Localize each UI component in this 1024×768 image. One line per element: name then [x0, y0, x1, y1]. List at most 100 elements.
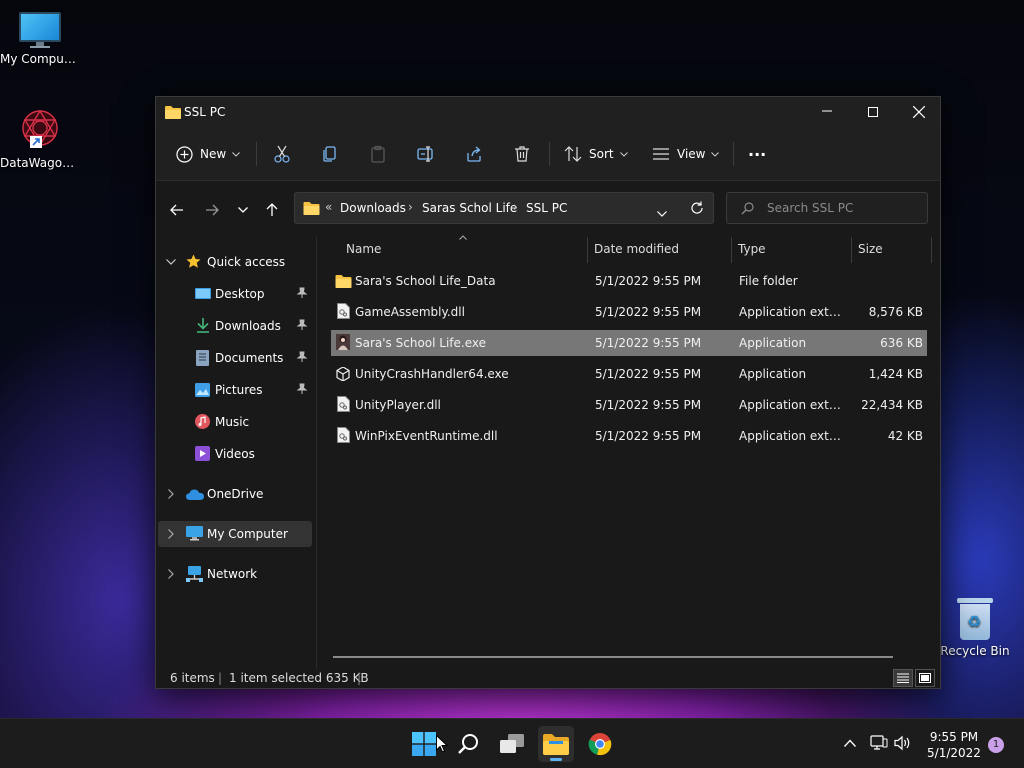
- delete-button[interactable]: [513, 139, 531, 169]
- nav-music[interactable]: Music: [158, 409, 312, 435]
- desktop-icon-datawagon[interactable]: DataWagon...: [0, 106, 80, 170]
- breadcrumb-ssl-pc[interactable]: SSL PC: [526, 201, 567, 215]
- search-input[interactable]: Search SSL PC: [767, 201, 853, 215]
- nav-quick-access[interactable]: Quick access: [158, 249, 312, 275]
- column-header-date[interactable]: Date modified: [594, 242, 679, 264]
- folder-icon: [335, 275, 352, 288]
- nav-documents[interactable]: Documents: [158, 345, 312, 371]
- file-row-selected[interactable]: Sara's School Life.exe 5/1/2022 9:55 PM …: [331, 330, 927, 356]
- task-view-button[interactable]: [494, 726, 530, 762]
- tiles-view-button[interactable]: [915, 669, 935, 687]
- chevron-down-icon: [166, 259, 176, 265]
- file-type: Application exten...: [739, 305, 847, 319]
- address-bar[interactable]: « Downloads › Saras Schol Life › SSL PC: [294, 192, 714, 224]
- monitor-icon: [186, 526, 203, 541]
- file-size: 1,424 KB: [868, 367, 923, 381]
- file-row[interactable]: WinPixEventRuntime.dll 5/1/2022 9:55 PM …: [331, 423, 927, 449]
- more-options-button[interactable]: ···: [748, 139, 766, 169]
- nav-pictures[interactable]: Pictures: [158, 377, 312, 403]
- video-icon: [195, 446, 210, 461]
- column-header-size[interactable]: Size: [858, 242, 883, 264]
- breadcrumb-sep: ›: [513, 200, 518, 214]
- nav-quick-access-label: Quick access: [207, 255, 286, 269]
- volume-icon[interactable]: [894, 735, 912, 751]
- chevron-down-icon: [657, 211, 667, 217]
- recent-locations-button[interactable]: [231, 199, 255, 221]
- network-tray-icon[interactable]: [870, 735, 888, 751]
- file-explorer-taskbar-button[interactable]: [538, 726, 574, 762]
- system-clock[interactable]: 9:55 PM 5/1/2022: [920, 729, 988, 761]
- horizontal-scrollbar[interactable]: [333, 656, 893, 658]
- nav-onedrive[interactable]: OneDrive: [158, 481, 312, 507]
- minimize-button[interactable]: [804, 97, 850, 127]
- rename-icon: [417, 146, 433, 162]
- column-header-name[interactable]: Name: [346, 242, 381, 264]
- forward-button[interactable]: [200, 199, 224, 221]
- notification-badge[interactable]: 1: [988, 737, 1004, 753]
- file-row[interactable]: UnityPlayer.dll 5/1/2022 9:55 PM Applica…: [331, 392, 927, 418]
- breadcrumb-downloads[interactable]: Downloads: [340, 201, 406, 215]
- pane-divider[interactable]: [316, 237, 317, 669]
- file-type: Application: [739, 367, 807, 381]
- file-date: 5/1/2022 9:55 PM: [595, 305, 702, 319]
- file-size: 8,576 KB: [868, 305, 923, 319]
- file-size: 636 KB: [880, 336, 923, 350]
- new-button[interactable]: New: [176, 139, 241, 169]
- nav-desktop[interactable]: Desktop: [158, 281, 312, 307]
- up-button[interactable]: [260, 199, 284, 221]
- folder-icon: [543, 734, 569, 755]
- chrome-taskbar-button[interactable]: [582, 726, 618, 762]
- desktop-icon-recycle-bin[interactable]: ♻ Recycle Bin: [935, 598, 1015, 658]
- paste-button[interactable]: [369, 139, 387, 169]
- desktop-icon-my-computer[interactable]: My Computer: [0, 12, 80, 66]
- tiles-view-icon: [919, 673, 931, 683]
- view-button[interactable]: View: [652, 139, 720, 169]
- nav-downloads-label: Downloads: [215, 319, 281, 333]
- share-button[interactable]: [465, 139, 483, 169]
- breadcrumb-overflow[interactable]: «: [325, 200, 332, 214]
- maximize-button[interactable]: [850, 97, 896, 127]
- view-label: View: [677, 147, 706, 161]
- refresh-button[interactable]: [690, 201, 704, 218]
- search-taskbar-button[interactable]: [450, 726, 486, 762]
- back-button[interactable]: [165, 199, 189, 221]
- breadcrumb-sep: ›: [408, 200, 413, 214]
- rename-button[interactable]: [417, 139, 435, 169]
- command-bar: New Sort View ···: [156, 127, 940, 181]
- arrow-up-icon: [266, 203, 278, 216]
- share-icon: [467, 146, 481, 162]
- breadcrumb-saras-schol-life[interactable]: Saras Schol Life: [422, 201, 517, 215]
- file-type: Application exten...: [739, 429, 847, 443]
- address-dropdown-button[interactable]: [657, 206, 667, 220]
- details-view-button[interactable]: [893, 669, 913, 687]
- nav-my-computer[interactable]: My Computer: [158, 521, 312, 547]
- file-row[interactable]: UnityCrashHandler64.exe 5/1/2022 9:55 PM…: [331, 361, 927, 387]
- search-box[interactable]: Search SSL PC: [726, 192, 928, 224]
- plus-circle-icon: [176, 145, 193, 163]
- window-title: SSL PC: [184, 105, 226, 119]
- chevron-up-icon[interactable]: [844, 739, 856, 747]
- close-button[interactable]: [896, 97, 942, 127]
- column-header-type[interactable]: Type: [738, 242, 766, 264]
- details-view-icon: [897, 673, 909, 683]
- file-name: Sara's School Life.exe: [355, 336, 487, 350]
- pin-icon: [296, 383, 308, 394]
- sort-button[interactable]: Sort: [564, 139, 628, 169]
- file-date: 5/1/2022 9:55 PM: [595, 398, 702, 412]
- copy-button[interactable]: [321, 139, 339, 169]
- nav-downloads[interactable]: Downloads: [158, 313, 312, 339]
- title-bar[interactable]: SSL PC: [156, 97, 940, 127]
- copy-icon: [323, 146, 336, 162]
- file-date: 5/1/2022 9:55 PM: [595, 429, 702, 443]
- file-type: Application: [739, 336, 807, 350]
- file-name: WinPixEventRuntime.dll: [355, 429, 498, 443]
- cut-button[interactable]: [273, 139, 291, 169]
- nav-network[interactable]: Network: [158, 561, 312, 587]
- file-row[interactable]: GameAssembly.dll 5/1/2022 9:55 PM Applic…: [331, 299, 927, 325]
- nav-network-label: Network: [207, 567, 258, 581]
- nav-videos[interactable]: Videos: [158, 441, 312, 467]
- file-row[interactable]: Sara's School Life_Data 5/1/2022 9:55 PM…: [331, 268, 927, 294]
- recycle-bin-icon: ♻: [957, 598, 993, 640]
- chevron-right-icon: [168, 569, 174, 579]
- datawagon-icon: [17, 106, 63, 152]
